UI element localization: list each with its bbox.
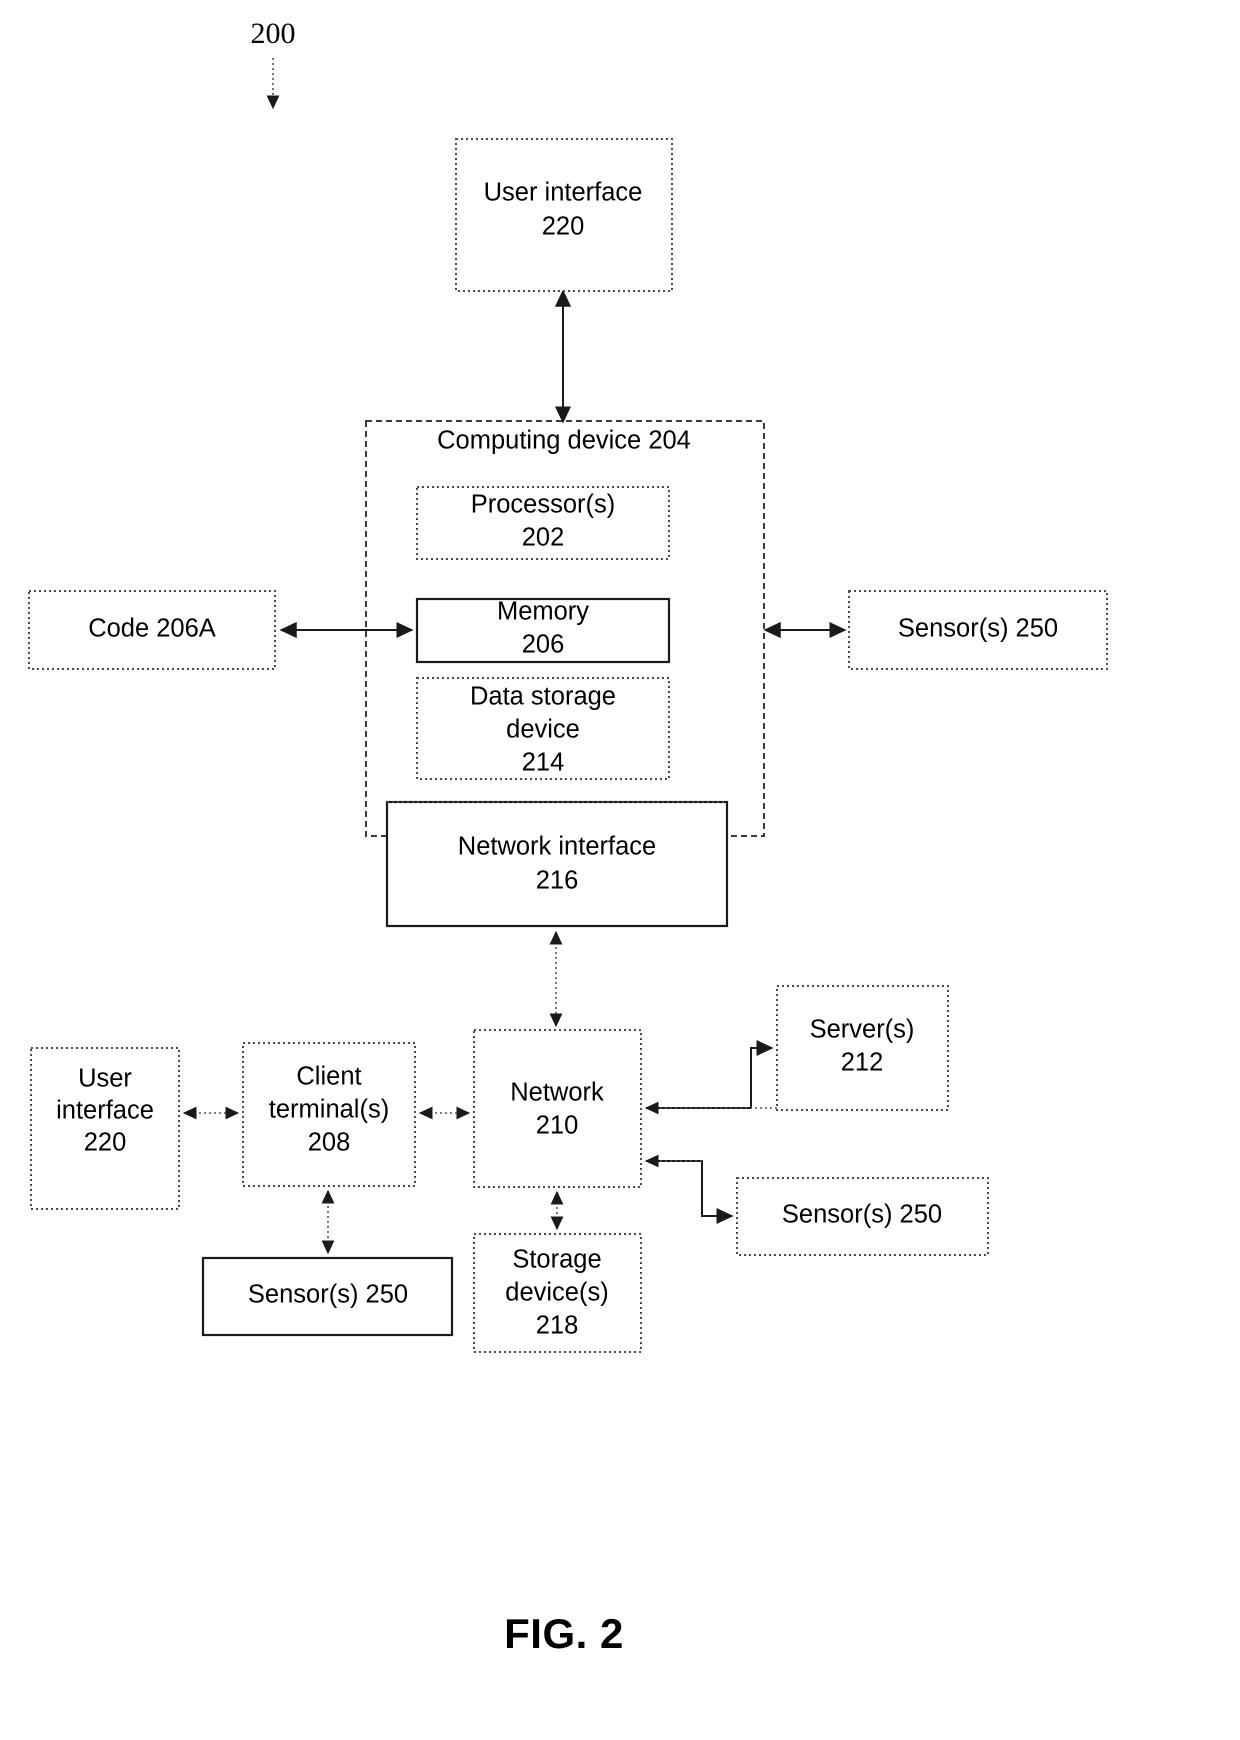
label-user-interface-220-bottom-line1: User (78, 1065, 132, 1093)
label-client-terminal-208-line1: Client (296, 1063, 361, 1091)
label-storage-devices-218-line2: device(s) (505, 1279, 608, 1307)
label-memory-206-line1: Memory (497, 598, 589, 626)
label-data-storage-device-214-line3: 214 (522, 749, 565, 777)
figure-reference-numeral: 200 (251, 17, 296, 50)
label-computing-device-204-title: Computing device 204 (437, 427, 691, 455)
label-user-interface-220-top-line2: 220 (542, 213, 585, 241)
label-servers-212-line1: Server(s) (810, 1016, 915, 1044)
connector-network-to-servers (646, 1039, 774, 1109)
label-sensors-250-network: Sensor(s) 250 (782, 1201, 942, 1229)
label-code-206a: Code 206A (88, 615, 216, 643)
label-sensors-250-client: Sensor(s) 250 (248, 1281, 408, 1309)
label-client-terminal-208-line3: 208 (308, 1129, 351, 1157)
figure-caption: FIG. 2 (504, 1610, 624, 1657)
label-network-210-line1: Network (510, 1079, 604, 1107)
label-user-interface-220-bottom-line3: 220 (84, 1129, 127, 1157)
label-network-210-line2: 210 (536, 1112, 579, 1140)
box-network-210 (473, 1029, 642, 1188)
label-client-terminal-208-line2: terminal(s) (269, 1096, 389, 1124)
label-user-interface-220-top-line1: User interface (484, 179, 643, 207)
label-data-storage-device-214-line2: device (506, 716, 580, 744)
label-memory-206-line2: 206 (522, 631, 565, 659)
label-data-storage-device-214-line1: Data storage (470, 683, 616, 711)
label-processor-202-line1: Processor(s) (471, 491, 616, 519)
label-storage-devices-218-line3: 218 (536, 1312, 579, 1340)
label-processor-202-line2: 202 (522, 524, 565, 552)
connector-network-to-sensors (646, 1160, 734, 1225)
label-storage-devices-218-line1: Storage (512, 1246, 601, 1274)
label-user-interface-220-bottom-line2: interface (56, 1097, 154, 1125)
box-network-interface-216 (385, 800, 729, 928)
label-network-interface-216-line2: 216 (536, 867, 579, 895)
figure-container: 200 User interface 220 Computing device … (0, 0, 1240, 1740)
label-servers-212-line2: 212 (841, 1049, 884, 1077)
block-diagram: 200 User interface 220 Computing device … (28, 17, 1108, 1657)
label-network-interface-216-line1: Network interface (458, 833, 656, 861)
label-sensors-250-right: Sensor(s) 250 (898, 615, 1058, 643)
